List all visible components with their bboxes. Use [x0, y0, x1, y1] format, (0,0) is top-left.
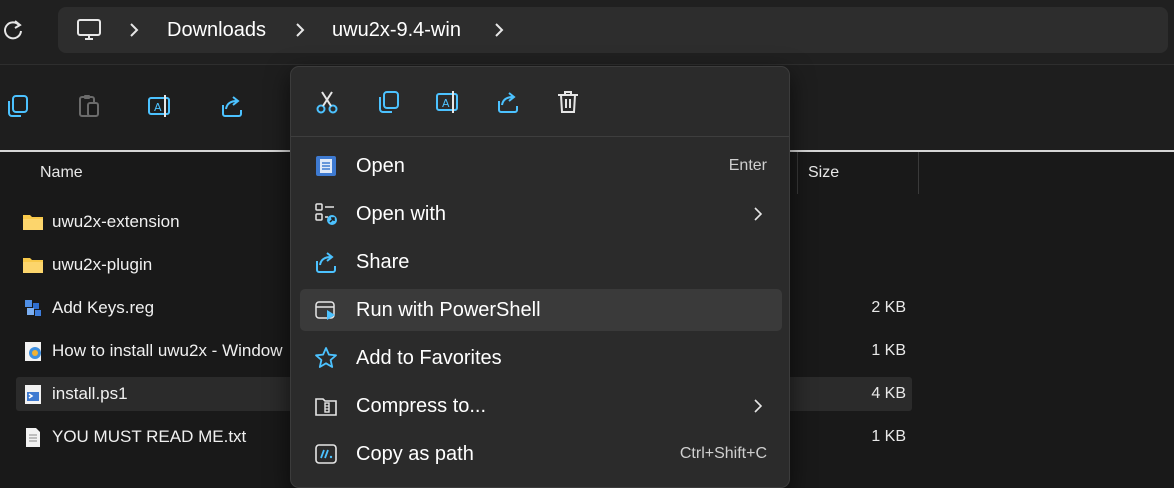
menu-item-label: Open — [356, 155, 405, 177]
file-name: How to install uwu2x - Window — [52, 341, 283, 360]
refresh-icon[interactable] — [2, 18, 24, 42]
menu-item-run-with-powershell[interactable]: Run with PowerShell — [300, 289, 782, 331]
copy-path-icon — [315, 444, 337, 464]
file-name: Add Keys.reg — [52, 298, 155, 317]
file-size: 1 KB — [871, 428, 906, 445]
rename-icon[interactable]: A — [147, 93, 173, 119]
svg-text:A: A — [154, 101, 162, 114]
context-menu: A Open Enter Open with Share Run with Po… — [290, 66, 790, 488]
menu-item-copy-as-path[interactable]: Copy as path Ctrl+Shift+C — [300, 433, 782, 475]
column-separator[interactable] — [797, 152, 798, 194]
menu-item-label: Copy as path — [356, 443, 474, 465]
column-header-name[interactable]: Name — [40, 164, 83, 182]
registry-file-icon — [25, 300, 41, 316]
column-header-size[interactable]: Size — [808, 164, 839, 182]
file-name: YOU MUST READ ME.txt — [52, 427, 247, 446]
powershell-script-icon — [25, 385, 41, 404]
share-icon — [316, 252, 336, 273]
open-icon — [316, 156, 336, 176]
file-name: uwu2x-plugin — [52, 255, 153, 274]
file-size: 4 KB — [871, 385, 906, 402]
delete-icon[interactable] — [555, 89, 581, 115]
svg-text:A: A — [442, 97, 450, 110]
folder-icon — [23, 215, 43, 230]
chevron-right-icon — [754, 207, 763, 221]
menu-item-shortcut: Enter — [728, 157, 767, 174]
menu-item-label: Open with — [356, 203, 447, 225]
share-icon[interactable] — [495, 89, 521, 115]
this-pc-icon[interactable] — [76, 18, 102, 42]
open-with-icon — [315, 203, 337, 225]
menu-item-label: Add to Favorites — [356, 347, 502, 369]
rename-icon[interactable]: A — [435, 89, 461, 115]
file-name: uwu2x-extension — [52, 212, 180, 231]
breadcrumb-downloads[interactable]: Downloads — [167, 7, 266, 53]
cut-icon[interactable] — [314, 89, 340, 115]
menu-item-share[interactable]: Share — [300, 241, 782, 283]
breadcrumb-current-folder[interactable]: uwu2x-9.4-win — [332, 7, 461, 53]
address-bar[interactable]: Downloads uwu2x-9.4-win — [58, 7, 1168, 53]
menu-item-label: Compress to... — [356, 395, 487, 417]
paste-icon[interactable] — [76, 93, 102, 119]
folder-icon — [23, 258, 43, 273]
web-shortcut-icon — [25, 342, 41, 361]
file-size: 2 KB — [871, 299, 906, 316]
chevron-right-icon[interactable] — [491, 22, 507, 38]
menu-item-open-with[interactable]: Open with — [300, 193, 782, 235]
menu-divider — [291, 136, 789, 137]
address-bar-region: Downloads uwu2x-9.4-win — [0, 0, 1174, 64]
menu-item-label: Share — [356, 251, 410, 273]
menu-item-open[interactable]: Open Enter — [300, 145, 782, 187]
powershell-icon — [315, 301, 335, 320]
menu-item-compress-to[interactable]: Compress to... — [300, 385, 782, 427]
zip-folder-icon — [315, 398, 337, 416]
copy-icon[interactable] — [375, 89, 401, 115]
menu-item-shortcut: Ctrl+Shift+C — [679, 445, 767, 462]
chevron-right-icon — [754, 399, 763, 413]
copy-icon[interactable] — [4, 93, 30, 119]
menu-item-add-to-favorites[interactable]: Add to Favorites — [300, 337, 782, 379]
file-name: install.ps1 — [52, 384, 128, 403]
chevron-right-icon[interactable] — [292, 22, 308, 38]
column-separator[interactable] — [918, 152, 919, 194]
text-file-icon — [26, 428, 40, 447]
chevron-right-icon[interactable] — [126, 22, 142, 38]
share-icon[interactable] — [219, 93, 245, 119]
menu-item-label: Run with PowerShell — [356, 299, 541, 321]
star-icon — [315, 347, 337, 368]
file-size: 1 KB — [871, 342, 906, 359]
